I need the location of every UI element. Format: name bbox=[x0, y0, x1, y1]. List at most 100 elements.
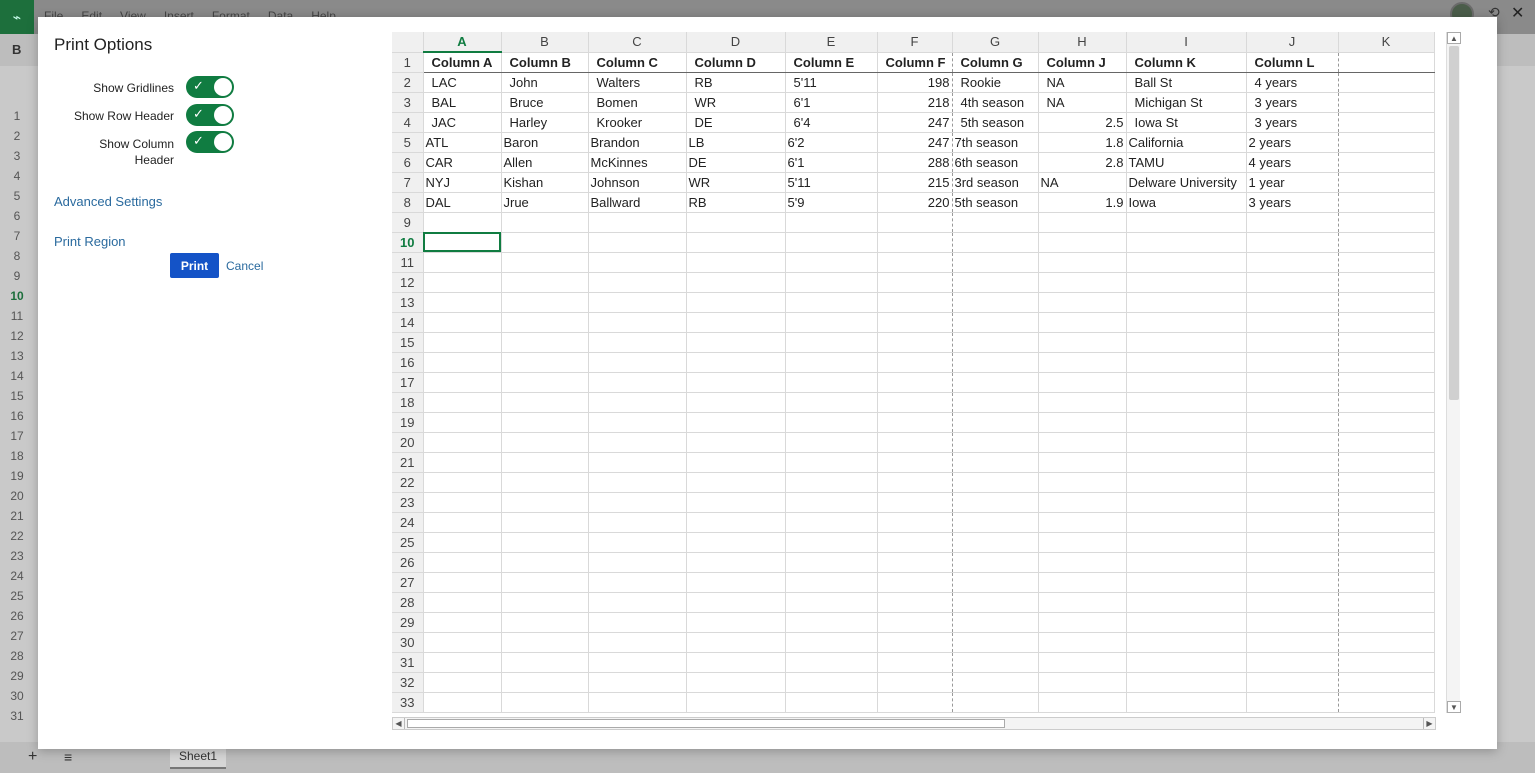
cell[interactable] bbox=[1246, 692, 1339, 713]
cell[interactable] bbox=[423, 432, 502, 453]
cell[interactable]: Harley bbox=[501, 112, 589, 133]
cell[interactable] bbox=[1126, 612, 1247, 633]
cell[interactable] bbox=[877, 352, 953, 373]
cell[interactable] bbox=[1338, 592, 1435, 613]
cell[interactable]: 247 bbox=[877, 132, 953, 153]
cell[interactable]: 247 bbox=[877, 112, 953, 133]
cell[interactable] bbox=[785, 252, 878, 273]
cell[interactable] bbox=[1038, 512, 1127, 533]
cell[interactable] bbox=[1338, 52, 1435, 73]
cell[interactable] bbox=[785, 232, 878, 253]
cell[interactable] bbox=[1338, 132, 1435, 153]
cell[interactable]: Column J bbox=[1038, 52, 1127, 73]
cell[interactable] bbox=[423, 632, 502, 653]
cell[interactable] bbox=[877, 512, 953, 533]
cell[interactable] bbox=[1038, 632, 1127, 653]
cell[interactable] bbox=[877, 252, 953, 273]
scroll-right-icon[interactable]: ▶ bbox=[1423, 718, 1435, 729]
cell[interactable]: 4 years bbox=[1246, 72, 1339, 93]
cell[interactable]: 1.8 bbox=[1038, 132, 1127, 153]
cell[interactable] bbox=[952, 272, 1039, 293]
cell[interactable] bbox=[1038, 692, 1127, 713]
cell[interactable] bbox=[1246, 232, 1339, 253]
cell[interactable] bbox=[1338, 552, 1435, 573]
cell[interactable]: 1.9 bbox=[1038, 192, 1127, 213]
cell[interactable]: 5'11 bbox=[785, 172, 878, 193]
cell[interactable] bbox=[588, 512, 687, 533]
cell[interactable] bbox=[1038, 672, 1127, 693]
cell[interactable]: Column F bbox=[877, 52, 953, 73]
cell[interactable] bbox=[1038, 432, 1127, 453]
cell[interactable] bbox=[952, 492, 1039, 513]
cell[interactable] bbox=[1338, 492, 1435, 513]
cell[interactable]: 4th season bbox=[952, 92, 1039, 113]
cell[interactable] bbox=[1246, 532, 1339, 553]
cell[interactable] bbox=[1038, 532, 1127, 553]
cell[interactable] bbox=[588, 572, 687, 593]
cell[interactable]: Column B bbox=[501, 52, 589, 73]
cell[interactable] bbox=[1038, 312, 1127, 333]
cell[interactable] bbox=[423, 332, 502, 353]
cell[interactable]: Bruce bbox=[501, 92, 589, 113]
cell[interactable]: Allen bbox=[501, 152, 589, 173]
cell[interactable] bbox=[686, 352, 786, 373]
cell[interactable]: NA bbox=[1038, 92, 1127, 113]
cell[interactable] bbox=[1338, 72, 1435, 93]
cell[interactable] bbox=[877, 392, 953, 413]
cell[interactable] bbox=[952, 432, 1039, 453]
cell[interactable] bbox=[952, 672, 1039, 693]
cell[interactable]: DAL bbox=[423, 192, 502, 213]
cell[interactable] bbox=[877, 472, 953, 493]
cell[interactable] bbox=[423, 392, 502, 413]
cell[interactable] bbox=[1338, 452, 1435, 473]
cell[interactable] bbox=[877, 652, 953, 673]
cell[interactable]: 218 bbox=[877, 92, 953, 113]
cell[interactable] bbox=[588, 552, 687, 573]
cell[interactable]: 3 years bbox=[1246, 112, 1339, 133]
cell[interactable] bbox=[686, 372, 786, 393]
cell[interactable] bbox=[877, 492, 953, 513]
cell[interactable]: Iowa St bbox=[1126, 112, 1247, 133]
cell[interactable] bbox=[877, 312, 953, 333]
cell[interactable] bbox=[1038, 472, 1127, 493]
cell[interactable] bbox=[1338, 152, 1435, 173]
cell[interactable]: Delware University bbox=[1126, 172, 1247, 193]
cell[interactable] bbox=[1338, 672, 1435, 693]
bold-button[interactable]: B bbox=[12, 42, 21, 57]
cell[interactable] bbox=[785, 592, 878, 613]
cell[interactable] bbox=[1246, 492, 1339, 513]
cell[interactable] bbox=[1246, 252, 1339, 273]
cell[interactable] bbox=[686, 672, 786, 693]
cell[interactable] bbox=[501, 492, 589, 513]
cell[interactable]: 5'11 bbox=[785, 72, 878, 93]
cell[interactable] bbox=[588, 632, 687, 653]
cell[interactable] bbox=[1038, 552, 1127, 573]
cell[interactable] bbox=[1246, 612, 1339, 633]
cell[interactable] bbox=[785, 292, 878, 313]
cell[interactable] bbox=[877, 212, 953, 233]
cell[interactable] bbox=[423, 652, 502, 673]
row-header-toggle[interactable]: ✓ bbox=[186, 104, 234, 126]
cell[interactable]: ATL bbox=[423, 132, 502, 153]
cell[interactable] bbox=[785, 572, 878, 593]
cell[interactable] bbox=[1038, 592, 1127, 613]
cell[interactable] bbox=[686, 212, 786, 233]
cell[interactable] bbox=[588, 472, 687, 493]
cell[interactable] bbox=[423, 492, 502, 513]
scroll-down-icon[interactable]: ▼ bbox=[1447, 701, 1461, 713]
cell[interactable]: Column L bbox=[1246, 52, 1339, 73]
cell[interactable] bbox=[1126, 392, 1247, 413]
cell[interactable] bbox=[952, 352, 1039, 373]
cell[interactable] bbox=[501, 672, 589, 693]
cell[interactable] bbox=[952, 292, 1039, 313]
cell[interactable]: Johnson bbox=[588, 172, 687, 193]
cell[interactable] bbox=[952, 232, 1039, 253]
cell[interactable] bbox=[952, 332, 1039, 353]
cell[interactable] bbox=[588, 332, 687, 353]
cell[interactable] bbox=[877, 692, 953, 713]
cell[interactable]: 215 bbox=[877, 172, 953, 193]
cell[interactable]: 6'4 bbox=[785, 112, 878, 133]
cell[interactable]: Column E bbox=[785, 52, 878, 73]
cell[interactable] bbox=[501, 532, 589, 553]
cell[interactable] bbox=[501, 472, 589, 493]
